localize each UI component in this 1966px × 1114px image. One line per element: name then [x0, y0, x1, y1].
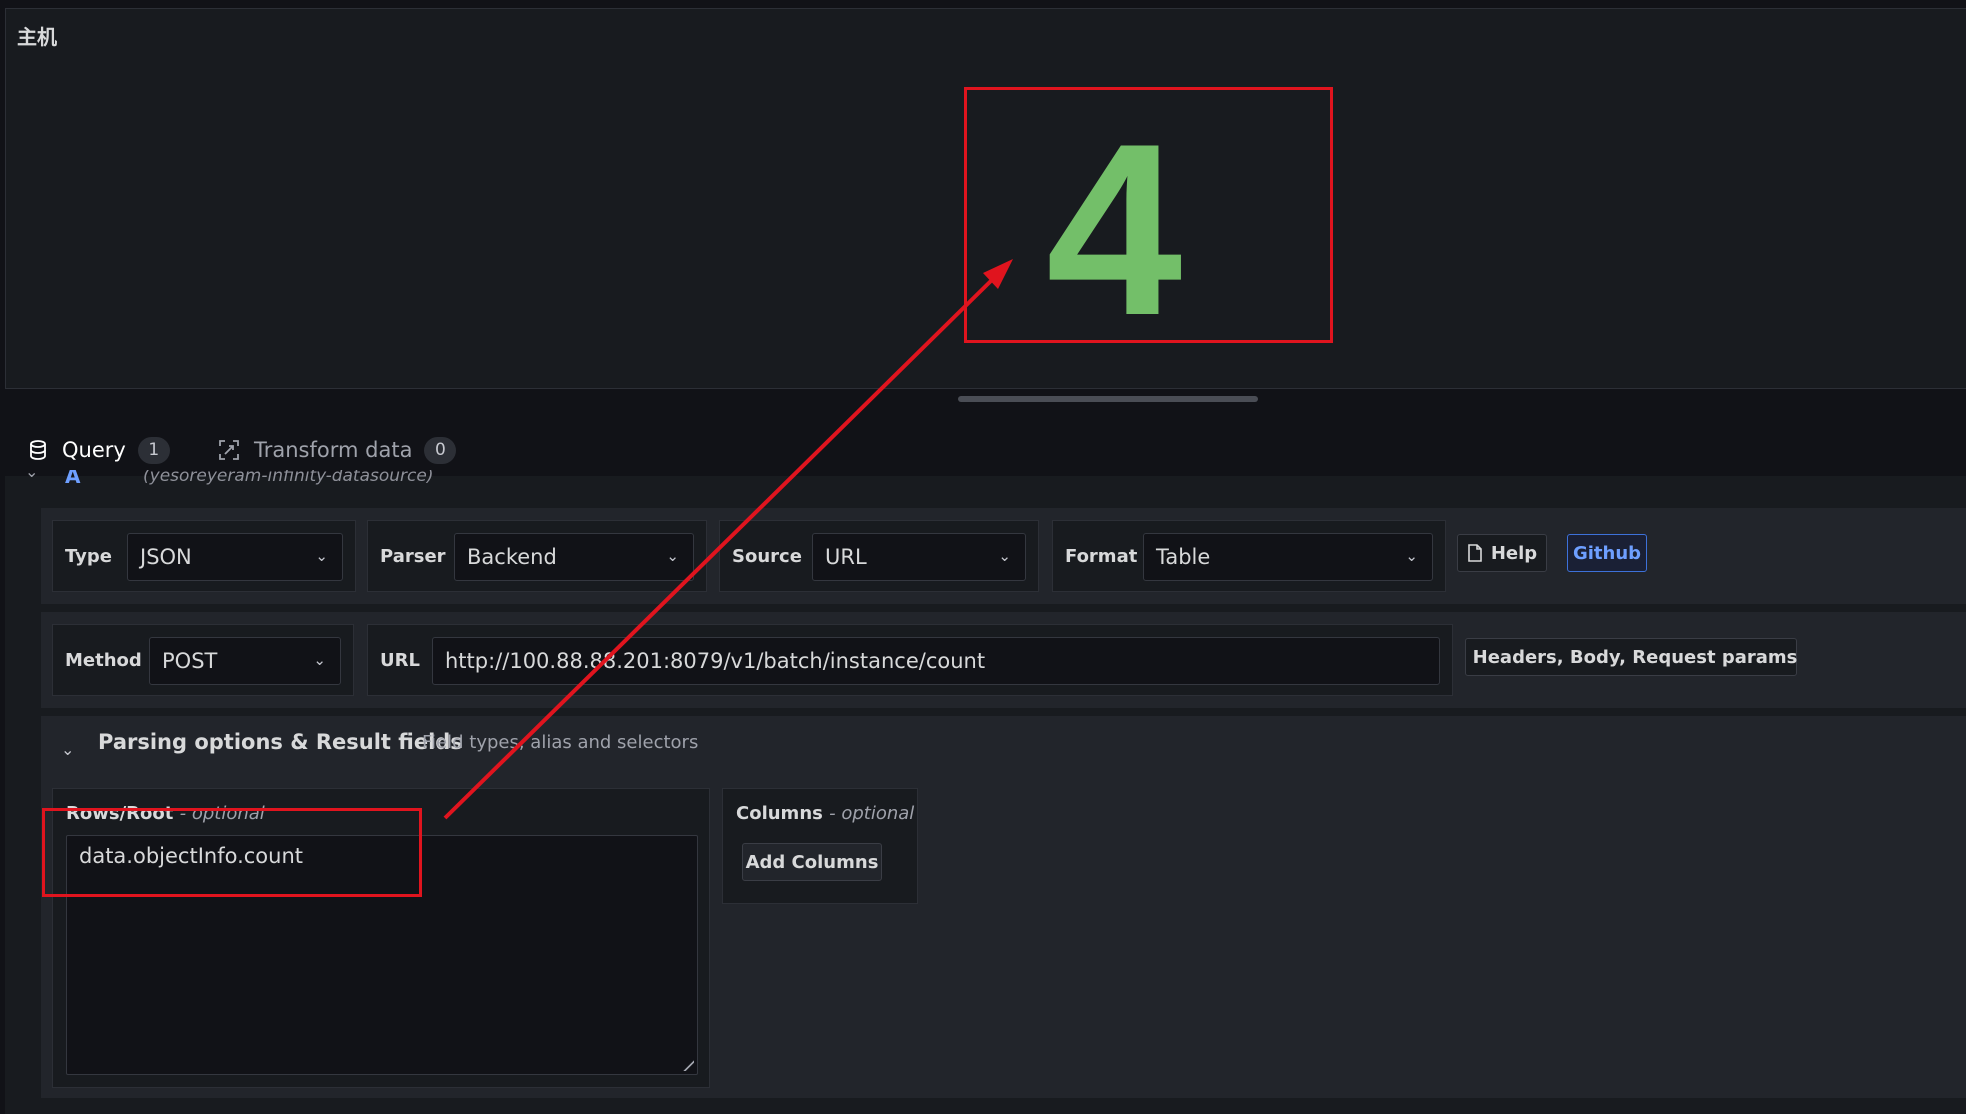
url-input-value: http://100.88.88.201:8079/v1/batch/insta…: [445, 649, 986, 673]
document-icon: [1468, 544, 1482, 562]
config-row-1: Type JSON ⌄ Parser Backend ⌄ Source URL …: [41, 508, 1966, 604]
type-select[interactable]: JSON ⌄: [127, 533, 343, 581]
help-button[interactable]: Help: [1457, 534, 1547, 572]
add-columns-button[interactable]: Add Columns: [742, 843, 882, 881]
chevron-down-icon: ⌄: [313, 651, 326, 670]
config-row-2: Method POST ⌄ URL http://100.88.88.201:8…: [41, 612, 1966, 708]
source-select[interactable]: URL ⌄: [812, 533, 1026, 581]
chevron-down-icon[interactable]: ⌄: [25, 470, 38, 481]
query-tabs: Query 1 Transform data 0: [0, 424, 1966, 476]
columns-field: Columns - optional Add Columns: [722, 788, 918, 904]
tab-transform-label: Transform data: [254, 438, 413, 462]
query-ref-id[interactable]: A: [65, 470, 80, 488]
parsing-options-section: ⌄ Parsing options & Result fields Field …: [41, 716, 1966, 1098]
query-row-header[interactable]: ⌄ A (yesoreyeram-infinity-datasource): [5, 470, 1966, 490]
transform-icon: [219, 440, 239, 460]
columns-optional: - optional: [829, 803, 915, 824]
panel-resize-handle[interactable]: [958, 396, 1258, 402]
panel-title[interactable]: 主机: [17, 21, 57, 50]
columns-label: Columns - optional: [736, 803, 914, 824]
tab-query[interactable]: Query 1: [28, 424, 170, 476]
url-label: URL: [380, 649, 420, 671]
type-label: Type: [65, 545, 112, 567]
tab-transform-data[interactable]: Transform data 0: [218, 424, 457, 476]
chevron-down-icon: ⌄: [1405, 547, 1418, 566]
parser-select[interactable]: Backend ⌄: [454, 533, 694, 581]
tab-query-counter: 1: [137, 436, 170, 464]
left-gutter: [0, 476, 5, 1114]
annotation-box-rows-root: [42, 808, 422, 897]
method-select[interactable]: POST ⌄: [149, 637, 341, 685]
format-field: Format Table ⌄: [1052, 520, 1446, 592]
chevron-down-icon: ⌄: [315, 547, 328, 566]
chevron-down-icon[interactable]: ⌄: [61, 740, 74, 759]
datasource-name: (yesoreyeram-infinity-datasource): [143, 470, 434, 486]
headers-body-params-button[interactable]: Headers, Body, Request params: [1465, 638, 1797, 676]
source-field: Source URL ⌄: [719, 520, 1039, 592]
method-field: Method POST ⌄: [52, 624, 354, 696]
tab-transform-counter: 0: [424, 436, 457, 464]
format-select[interactable]: Table ⌄: [1143, 533, 1433, 581]
parser-select-value: Backend: [467, 545, 557, 569]
parser-label: Parser: [380, 545, 446, 567]
method-select-value: POST: [162, 649, 218, 673]
chevron-down-icon: ⌄: [666, 547, 679, 566]
database-icon: [30, 440, 46, 460]
github-button[interactable]: Github: [1567, 534, 1647, 572]
github-button-label: Github: [1572, 542, 1642, 564]
parser-field: Parser Backend ⌄: [367, 520, 707, 592]
tab-query-label: Query: [62, 438, 126, 462]
type-field: Type JSON ⌄: [52, 520, 356, 592]
add-columns-label: Add Columns: [745, 851, 879, 873]
type-select-value: JSON: [140, 545, 192, 569]
source-select-value: URL: [825, 545, 867, 569]
parsing-options-title[interactable]: Parsing options & Result fields: [98, 730, 463, 754]
source-label: Source: [732, 545, 802, 567]
parsing-options-subtitle: Field types, alias and selectors: [422, 732, 699, 753]
headers-button-label: Headers, Body, Request params: [1472, 646, 1798, 668]
format-select-value: Table: [1156, 545, 1211, 569]
method-label: Method: [65, 649, 142, 671]
url-input[interactable]: http://100.88.88.201:8079/v1/batch/insta…: [432, 637, 1440, 685]
url-field: URL http://100.88.88.201:8079/v1/batch/i…: [367, 624, 1453, 696]
resize-handle-icon[interactable]: [682, 1059, 694, 1071]
annotation-box-stat: [964, 87, 1333, 343]
help-button-label: Help: [1490, 542, 1538, 564]
format-label: Format: [1065, 545, 1138, 567]
chevron-down-icon: ⌄: [998, 547, 1011, 566]
columns-label-text: Columns: [736, 803, 823, 824]
